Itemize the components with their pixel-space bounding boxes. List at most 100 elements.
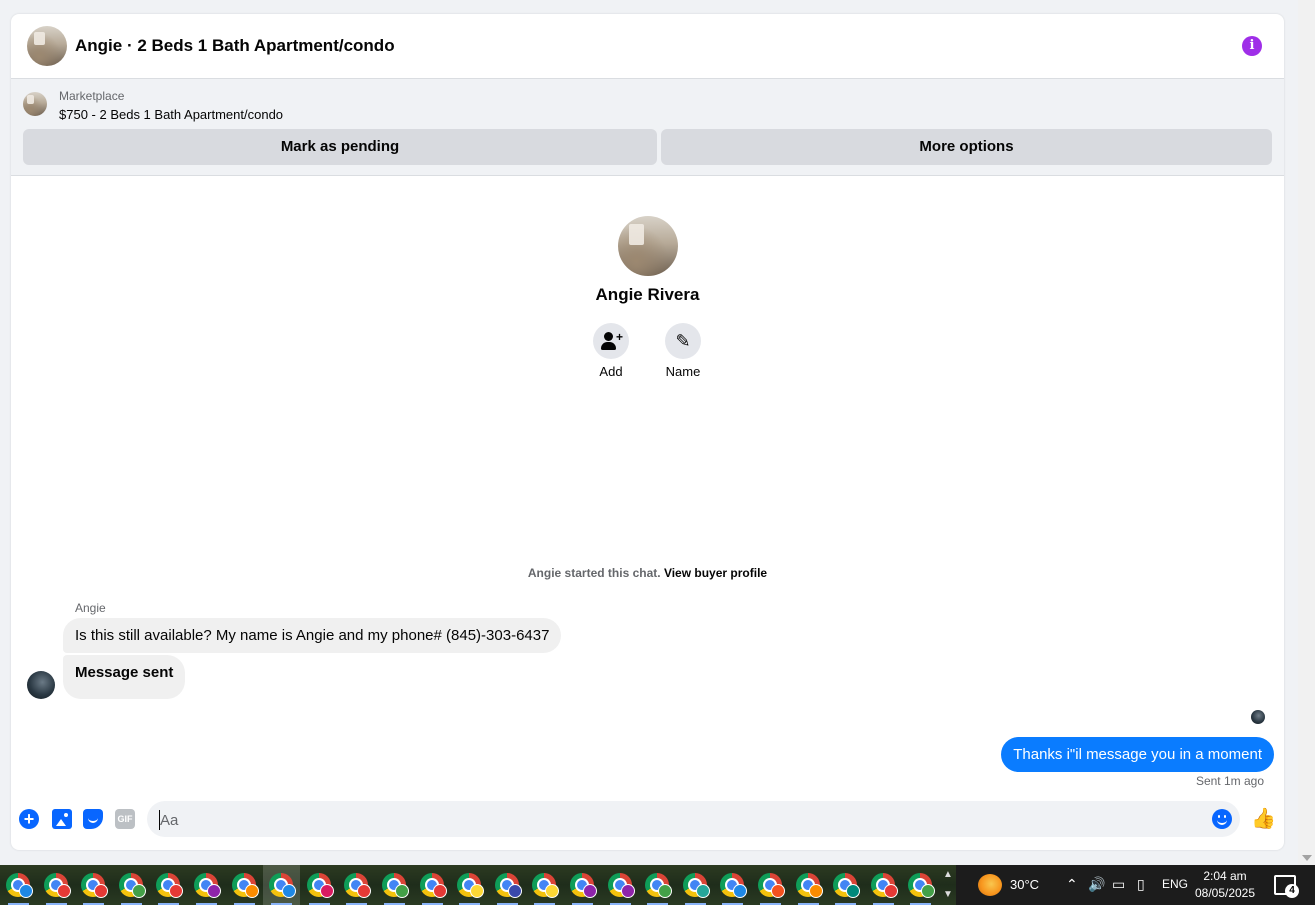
view-buyer-profile-link[interactable]: View buyer profile bbox=[664, 566, 767, 580]
profile-badge-icon bbox=[847, 885, 860, 897]
page-scrollbar[interactable] bbox=[1298, 0, 1315, 865]
weather-icon[interactable] bbox=[978, 874, 1002, 896]
outgoing-message[interactable]: Thanks i"il message you in a moment bbox=[1001, 737, 1274, 772]
taskbar-chrome-window[interactable] bbox=[150, 865, 187, 905]
taskbar-chrome-window[interactable] bbox=[113, 865, 150, 905]
chat-started-text: Angie started this chat. bbox=[527, 566, 661, 580]
name-action[interactable]: ✎ Name bbox=[653, 323, 713, 379]
profile-badge-icon bbox=[772, 885, 784, 897]
listing-thumbnail[interactable] bbox=[23, 92, 47, 116]
gif-icon[interactable]: GIF bbox=[115, 809, 135, 829]
profile-badge-icon bbox=[320, 885, 333, 897]
profile-badge-icon bbox=[283, 885, 296, 897]
profile-badge-icon bbox=[208, 885, 220, 897]
profile-avatar[interactable] bbox=[618, 216, 678, 276]
sticker-icon[interactable] bbox=[83, 809, 103, 829]
name-button[interactable]: ✎ bbox=[665, 323, 701, 359]
name-label: Name bbox=[665, 364, 701, 379]
profile-badge-icon bbox=[245, 885, 258, 897]
chat-started-note: Angie started this chat. View buyer prof… bbox=[11, 566, 1284, 580]
profile-badge-icon bbox=[57, 885, 70, 897]
taskbar-chrome-window[interactable] bbox=[414, 865, 451, 905]
seen-indicator-avatar bbox=[1251, 710, 1265, 724]
plus-circle-icon[interactable]: + bbox=[19, 809, 39, 829]
thumbs-up-icon[interactable]: 👍 bbox=[1251, 808, 1276, 830]
network-icon[interactable]: ▭ bbox=[1112, 876, 1125, 893]
profile-badge-icon bbox=[358, 885, 371, 897]
taskbar-chrome-window[interactable] bbox=[865, 865, 902, 905]
photo-icon[interactable] bbox=[52, 809, 72, 829]
profile-badge-icon bbox=[659, 885, 672, 897]
sender-avatar[interactable] bbox=[27, 671, 55, 699]
profile-badge-icon bbox=[95, 885, 108, 897]
message-input-box[interactable] bbox=[147, 801, 1240, 837]
message-input[interactable] bbox=[159, 810, 1202, 830]
windows-taskbar: ▲ ▼ 30°C ⌃ 🔊 ▭ ▯ ENG 2:04 am 08/05/2025 4 bbox=[0, 865, 1315, 905]
notification-count: 4 bbox=[1285, 884, 1299, 898]
profile-badge-icon bbox=[20, 885, 32, 897]
taskbar-chrome-window[interactable] bbox=[489, 865, 526, 905]
chat-title[interactable]: Angie · 2 Beds 1 Bath Apartment/condo bbox=[75, 36, 395, 56]
profile-badge-icon bbox=[734, 885, 747, 897]
listing-avatar[interactable] bbox=[27, 26, 67, 66]
profile-badge-icon bbox=[696, 885, 709, 897]
taskbar-chrome-window[interactable] bbox=[639, 865, 676, 905]
scroll-down-arrow-icon[interactable] bbox=[1302, 855, 1312, 861]
chat-header: Angie · 2 Beds 1 Bath Apartment/condo i bbox=[11, 14, 1284, 79]
incoming-message[interactable]: Message sent bbox=[63, 655, 186, 699]
temperature[interactable]: 30°C bbox=[1010, 877, 1039, 892]
profile-badge-icon bbox=[809, 885, 822, 897]
system-tray: 30°C ⌃ 🔊 ▭ ▯ ENG 2:04 am 08/05/2025 4 bbox=[956, 865, 1315, 905]
profile-badge-icon bbox=[170, 885, 183, 897]
taskbar-chrome-window[interactable] bbox=[38, 865, 75, 905]
info-icon[interactable]: i bbox=[1242, 36, 1262, 56]
taskbar-chrome-window[interactable] bbox=[526, 865, 563, 905]
add-label: Add bbox=[599, 364, 623, 379]
taskbar-chrome-window[interactable] bbox=[338, 865, 375, 905]
taskbar-chrome-window[interactable] bbox=[0, 865, 37, 905]
taskbar-chrome-window[interactable] bbox=[677, 865, 714, 905]
taskbar-chrome-window[interactable] bbox=[752, 865, 789, 905]
marketplace-kicker: Marketplace bbox=[59, 89, 125, 103]
pencil-icon: ✎ bbox=[675, 331, 691, 351]
taskbar-chrome-window[interactable] bbox=[226, 865, 263, 905]
taskbar-apps bbox=[0, 865, 940, 905]
add-button[interactable]: + bbox=[593, 323, 629, 359]
profile-badge-icon bbox=[884, 885, 897, 897]
profile-badge-icon bbox=[433, 885, 446, 897]
sent-status: Sent 1m ago bbox=[1195, 774, 1264, 788]
profile-badge-icon bbox=[546, 885, 559, 897]
taskbar-chrome-window[interactable] bbox=[75, 865, 112, 905]
taskbar-chrome-window[interactable] bbox=[301, 865, 338, 905]
incoming-message[interactable]: Is this still available? My name is Angi… bbox=[63, 618, 562, 653]
profile-badge-icon bbox=[922, 885, 935, 897]
language-indicator[interactable]: ENG bbox=[1162, 877, 1188, 891]
mark-as-pending-button[interactable]: Mark as pending bbox=[23, 129, 657, 165]
chevron-up-icon[interactable]: ⌃ bbox=[1066, 876, 1078, 893]
add-action[interactable]: + Add bbox=[581, 323, 641, 379]
taskbar-chrome-window[interactable] bbox=[714, 865, 751, 905]
clock-date: 08/05/2025 bbox=[1194, 886, 1256, 900]
emoji-icon[interactable] bbox=[1212, 809, 1232, 829]
taskbar-chrome-window[interactable] bbox=[827, 865, 864, 905]
sender-name: Angie bbox=[75, 601, 106, 615]
message-composer: + GIF 👍 bbox=[11, 800, 1284, 838]
marketplace-bar: Marketplace $750 - 2 Beds 1 Bath Apartme… bbox=[11, 79, 1284, 176]
taskbar-chrome-window[interactable] bbox=[263, 865, 301, 905]
taskbar-chrome-window[interactable] bbox=[602, 865, 639, 905]
taskbar-chrome-window[interactable] bbox=[451, 865, 488, 905]
speaker-icon[interactable]: 🔊 bbox=[1088, 876, 1105, 893]
more-options-button[interactable]: More options bbox=[661, 129, 1272, 165]
taskbar-chrome-window[interactable] bbox=[902, 865, 939, 905]
profile-badge-icon bbox=[471, 885, 484, 897]
profile-badge-icon bbox=[396, 885, 408, 897]
chat-panel: Angie · 2 Beds 1 Bath Apartment/condo i … bbox=[11, 14, 1284, 850]
taskbar-chrome-window[interactable] bbox=[790, 865, 827, 905]
clock[interactable]: 2:04 am 08/05/2025 bbox=[1192, 868, 1258, 902]
taskbar-chrome-window[interactable] bbox=[376, 865, 413, 905]
battery-icon[interactable]: ▯ bbox=[1137, 876, 1145, 893]
listing-title[interactable]: $750 - 2 Beds 1 Bath Apartment/condo bbox=[59, 107, 283, 122]
taskbar-scroll-arrows-icon[interactable]: ▲ ▼ bbox=[940, 865, 956, 905]
taskbar-chrome-window[interactable] bbox=[188, 865, 225, 905]
taskbar-chrome-window[interactable] bbox=[564, 865, 601, 905]
